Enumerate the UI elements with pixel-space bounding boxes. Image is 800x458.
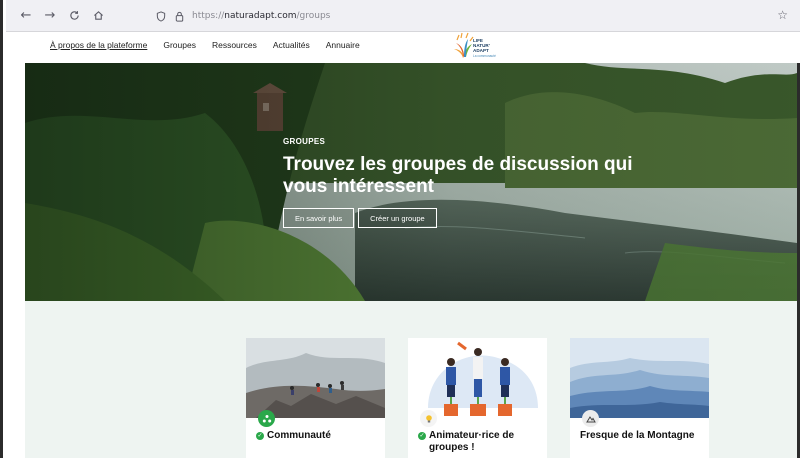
home-icon [93,11,103,20]
group-title-text: Animateur·rice de groupes ! [429,430,515,453]
lock-icon[interactable] [172,9,186,23]
hero-content: GROUPES Trouvez les groupes de discussio… [283,137,663,228]
home-button[interactable] [88,6,108,26]
learn-more-button[interactable]: En savoir plus [283,208,355,228]
browser-toolbar: ← → https://naturadapt.com/groups ☆ [6,0,800,32]
url-host: naturadapt.com [224,11,297,21]
url-bar[interactable]: https://naturadapt.com/groups ☆ [154,6,794,26]
main-menu: À propos de la plateforme Groupes Ressou… [50,40,360,50]
hero-eyebrow: GROUPES [283,137,326,146]
hero-actions: En savoir plus Créer un groupe [283,208,663,228]
group-card-image [570,338,709,418]
group-card-fresque[interactable]: Fresque de la Montagne [570,338,709,458]
group-badge-icon [258,410,275,427]
nav-item-about[interactable]: À propos de la plateforme [50,40,147,50]
group-card-title[interactable]: ✓ Communauté [256,430,381,442]
group-card-title[interactable]: ✓ Animateur·rice de groupes ! [418,430,543,454]
hero-banner: GROUPES Trouvez les groupes de discussio… [25,63,797,301]
logo-line-3: ADAPT [473,48,489,53]
mountain-icon [582,410,599,427]
group-title-text: Fresque de la Montagne [580,430,695,441]
nav-item-directory[interactable]: Annuaire [326,40,360,50]
verified-check-icon: ✓ [256,432,264,440]
groups-section: ✓ Communauté ✓ Animateur·rice de groupes… [25,301,797,458]
verified-check-icon: ✓ [418,432,426,440]
forward-button[interactable]: → [40,6,60,26]
logo-subtitle: La communauté [473,54,496,58]
logo-wordmark: LIFE NATUR' ADAPT [473,38,490,53]
arrow-left-icon: ← [20,8,32,23]
url-scheme: https:// [192,11,225,21]
logo-leaf-icon [454,32,474,58]
reload-button[interactable] [64,6,84,26]
group-card-title[interactable]: Fresque de la Montagne [580,430,705,442]
browser-window: ← → https://naturadapt.com/groups ☆ À pr… [0,0,800,458]
reload-icon [69,11,79,20]
group-card-image [408,338,547,418]
bookmark-star-icon[interactable]: ☆ [777,8,788,22]
site-header: À propos de la plateforme Groupes Ressou… [6,32,800,63]
group-card-image [246,338,385,418]
lightbulb-icon [420,410,437,427]
nav-item-news[interactable]: Actualités [273,40,310,50]
site-logo[interactable]: LIFE NATUR' ADAPT La communauté [453,32,523,62]
url-text[interactable]: https://naturadapt.com/groups [192,11,330,21]
group-card-communaute[interactable]: ✓ Communauté [246,338,385,458]
url-path: /groups [296,11,331,21]
create-group-button[interactable]: Créer un groupe [358,208,437,228]
shield-icon[interactable] [154,9,168,23]
arrow-right-icon: → [44,8,56,23]
back-button[interactable]: ← [16,6,36,26]
nav-item-resources[interactable]: Ressources [212,40,257,50]
group-card-animateur[interactable]: ✓ Animateur·rice de groupes ! [408,338,547,458]
nav-item-groups[interactable]: Groupes [163,40,196,50]
group-title-text: Communauté [267,430,331,441]
hero-title: Trouvez les groupes de discussion qui vo… [283,154,633,197]
